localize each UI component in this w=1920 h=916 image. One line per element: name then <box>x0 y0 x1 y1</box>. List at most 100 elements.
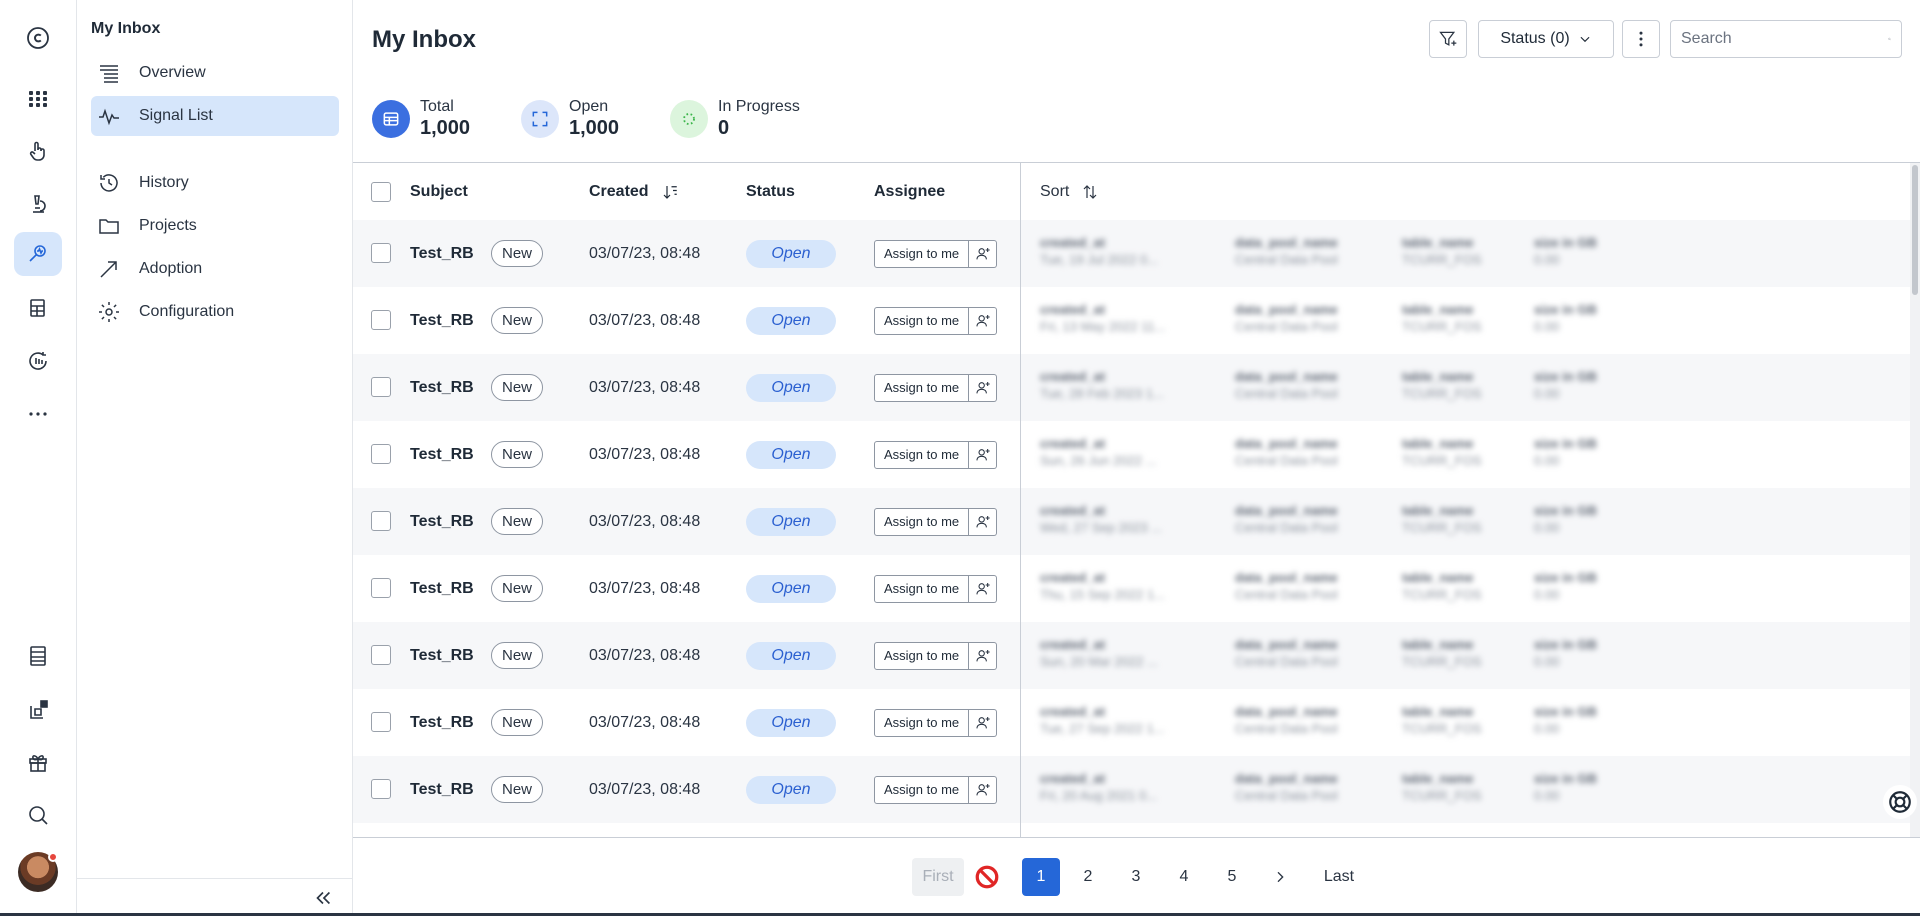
blurred-key: created_at <box>1040 235 1106 250</box>
blurred-detail-cell: size in GB 0.00 <box>1534 502 1597 536</box>
blurred-detail-cell: table_name TCURR_FOS <box>1402 234 1481 268</box>
blurred-key: size in GB <box>1534 235 1597 250</box>
sort-label: Sort <box>1040 182 1070 200</box>
sort-descending-icon[interactable] <box>661 183 679 201</box>
blurred-key: size in GB <box>1534 302 1597 317</box>
blurred-detail-cell: table_name TCURR_FOS <box>1402 435 1481 469</box>
blurred-value: Fri, 13 May 2022 11... <box>1040 319 1166 334</box>
not-allowed-icon <box>969 858 1005 896</box>
nav-item-projects[interactable]: Projects <box>91 206 339 246</box>
page-number: 3 <box>1131 868 1141 885</box>
blurred-detail-cell: size in GB 0.00 <box>1534 368 1597 402</box>
blurred-key: data_pool_name <box>1235 704 1338 719</box>
select-all-checkbox[interactable] <box>371 182 391 202</box>
blurred-key: size in GB <box>1534 369 1597 384</box>
nav-item-adoption[interactable]: Adoption <box>91 249 339 289</box>
blurred-value: 0.00 <box>1534 587 1560 602</box>
stacked-docs-icon[interactable] <box>14 286 62 330</box>
column-header-created[interactable]: Created <box>589 183 679 201</box>
pagination-page-2[interactable]: 2 <box>1069 858 1107 896</box>
blurred-detail-cell: table_name TCURR_FOS <box>1402 569 1481 603</box>
blurred-detail-cell: data_pool_name Central Data Pool <box>1235 234 1338 268</box>
add-widget-icon[interactable] <box>14 688 62 732</box>
blurred-key: table_name <box>1402 302 1474 317</box>
stat-label: Total <box>420 98 454 115</box>
nav-item-overview[interactable]: Overview <box>91 53 339 93</box>
column-label: Assignee <box>874 182 946 200</box>
blurred-detail-cell: created_at Tue, 19 Jul 2022 0... <box>1040 234 1158 268</box>
blurred-key: data_pool_name <box>1235 570 1338 585</box>
blurred-value: Tue, 28 Feb 2023 1... <box>1040 386 1164 401</box>
blurred-key: size in GB <box>1534 771 1597 786</box>
blurred-key: created_at <box>1040 570 1106 585</box>
stat-value: 1,000 <box>569 117 620 139</box>
search-input[interactable] <box>1681 30 1888 48</box>
pagination-page-1[interactable]: 1 <box>1022 858 1060 896</box>
collapse-sidebar-icon[interactable] <box>312 887 334 909</box>
app-logo-icon[interactable] <box>14 16 62 60</box>
nav-item-history[interactable]: History <box>91 163 339 203</box>
blurred-key: data_pool_name <box>1235 302 1338 317</box>
pagination-last-button[interactable]: Last <box>1311 858 1367 896</box>
table-grid-icon <box>372 100 410 138</box>
blurred-detail-cell: data_pool_name Central Data Pool <box>1235 435 1338 469</box>
column-label: Subject <box>410 182 468 200</box>
table-icon[interactable] <box>14 634 62 678</box>
help-lifebuoy-icon[interactable] <box>1883 785 1917 819</box>
subnav-footer <box>77 878 352 916</box>
add-filter-button[interactable] <box>1429 20 1467 58</box>
gift-icon[interactable] <box>14 740 62 784</box>
column-header-status[interactable]: Status <box>746 183 795 201</box>
blurred-key: data_pool_name <box>1235 637 1338 652</box>
blurred-detail-cell: created_at Wed, 27 Sep 2023 ... <box>1040 502 1162 536</box>
pagination-page-5[interactable]: 5 <box>1213 858 1251 896</box>
blurred-key: table_name <box>1402 771 1474 786</box>
search-icon[interactable] <box>14 793 62 837</box>
nav-item-signal-list[interactable]: Signal List <box>91 96 339 136</box>
blurred-key: size in GB <box>1534 704 1597 719</box>
pagination-first-label: First <box>922 868 954 885</box>
more-options-button[interactable] <box>1622 20 1660 58</box>
pagination-next-button[interactable] <box>1261 858 1299 896</box>
list-lines-icon <box>100 65 118 83</box>
blurred-value: 0.00 <box>1534 252 1560 267</box>
stat-in-progress: In Progress 0 <box>670 98 800 140</box>
blurred-value: TCURR_FOS <box>1402 788 1482 803</box>
nav-item-label: History <box>139 174 189 191</box>
scrollbar-thumb[interactable] <box>1912 165 1918 295</box>
refresh-data-icon[interactable] <box>14 339 62 383</box>
blurred-key: table_name <box>1402 704 1474 719</box>
blurred-value: 0.00 <box>1534 386 1560 401</box>
hand-pointer-icon[interactable] <box>14 129 62 173</box>
blurred-detail-cell: table_name TCURR_FOS <box>1402 301 1481 335</box>
more-horizontal-icon[interactable] <box>14 392 62 436</box>
column-header-subject[interactable]: Subject <box>410 183 468 201</box>
pagination: First 1 2 3 4 5 Last <box>353 837 1920 916</box>
blurred-detail-cell: data_pool_name Central Data Pool <box>1235 301 1338 335</box>
apps-grid-icon[interactable] <box>14 76 62 120</box>
microscope-icon[interactable] <box>14 182 62 226</box>
search-icon[interactable] <box>1888 30 1891 48</box>
vertical-scrollbar[interactable] <box>1910 163 1920 837</box>
blurred-value: TCURR_FOS <box>1402 721 1482 736</box>
pagination-page-4[interactable]: 4 <box>1165 858 1203 896</box>
sort-control[interactable]: Sort <box>1040 163 1099 220</box>
blurred-detail-cell: table_name TCURR_FOS <box>1402 636 1481 670</box>
trend-arrow-icon <box>100 261 117 278</box>
blurred-value: Sun, 26 Jun 2022 ... <box>1040 453 1157 468</box>
blurred-detail-cell: size in GB 0.00 <box>1534 770 1597 804</box>
pagination-last-label: Last <box>1323 868 1355 885</box>
sort-arrows-icon <box>1083 184 1097 199</box>
nav-item-configuration[interactable]: Configuration <box>91 292 339 332</box>
pagination-page-3[interactable]: 3 <box>1117 858 1155 896</box>
blurred-value: Central Data Pool <box>1235 788 1338 803</box>
status-filter-dropdown[interactable]: Status (0) <box>1478 20 1614 58</box>
pagination-first-button[interactable]: First <box>912 858 964 896</box>
blurred-value: TCURR_FOS <box>1402 453 1482 468</box>
signal-search-icon[interactable] <box>14 232 62 276</box>
search-field[interactable] <box>1670 20 1902 58</box>
blurred-detail-cell: created_at Sun, 26 Jun 2022 ... <box>1040 435 1156 469</box>
blurred-detail-cell: created_at Tue, 28 Feb 2023 1... <box>1040 368 1164 402</box>
blurred-value: Wed, 27 Sep 2023 ... <box>1040 520 1162 535</box>
column-header-assignee[interactable]: Assignee <box>874 183 945 201</box>
